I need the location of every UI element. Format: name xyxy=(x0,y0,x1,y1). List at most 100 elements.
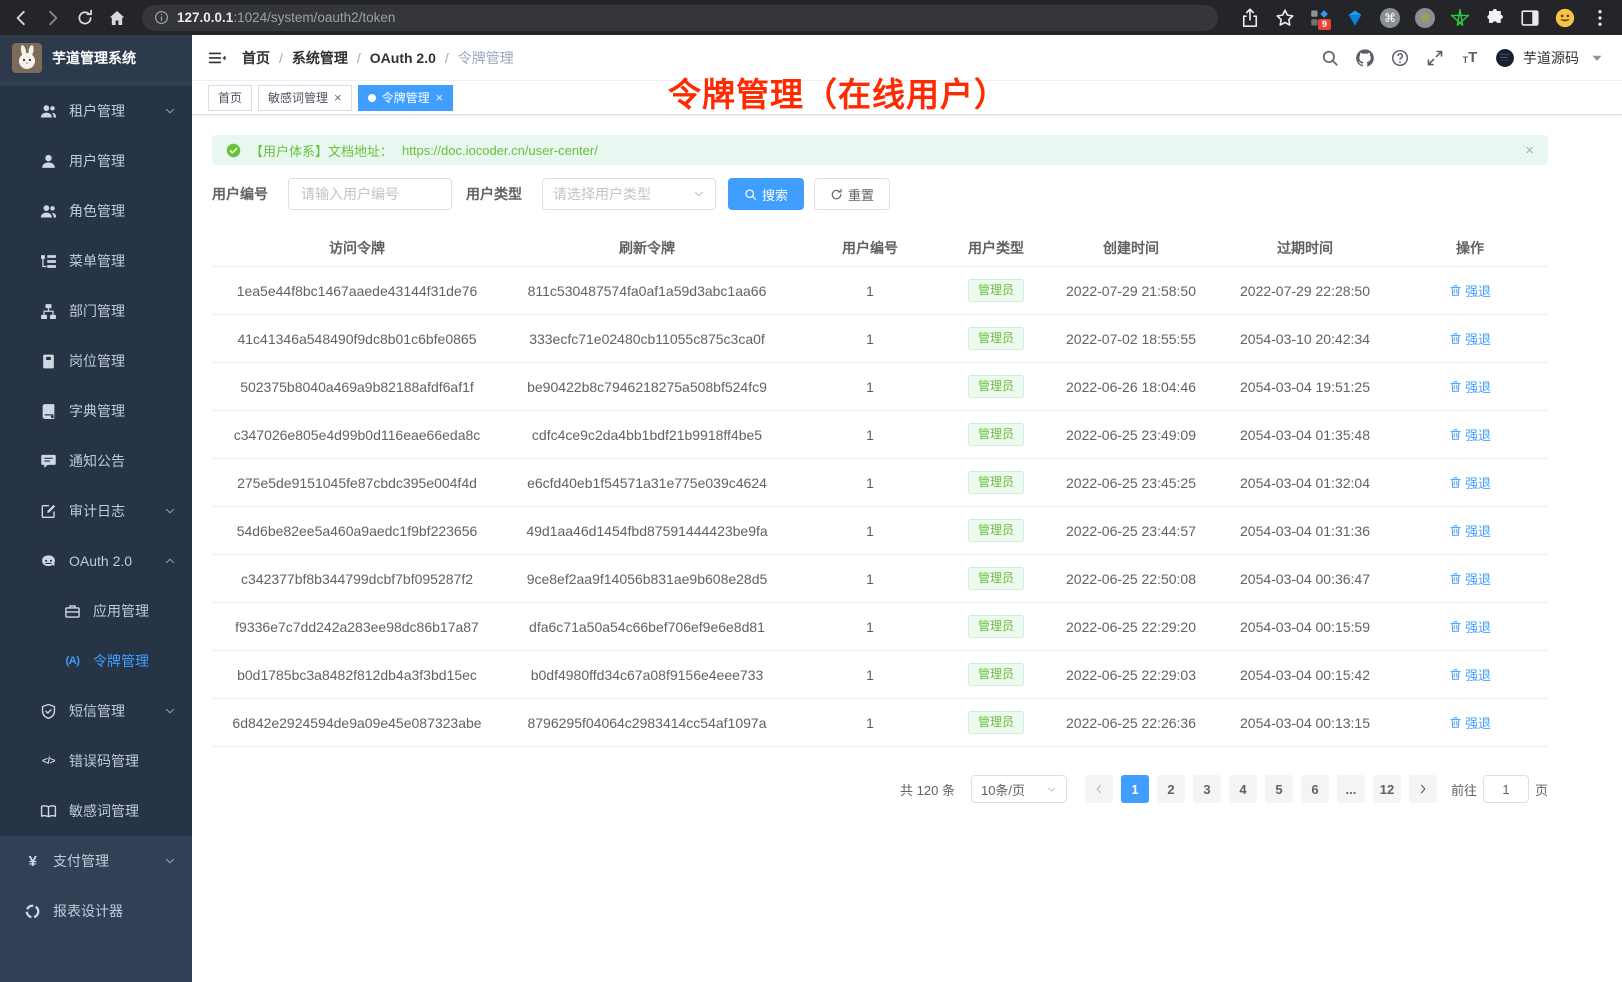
sidebar-item[interactable]: 通知公告 xyxy=(0,436,192,486)
column-header: 用户类型 xyxy=(948,238,1044,258)
diamond-extension-icon[interactable] xyxy=(1345,8,1365,28)
view-tab[interactable]: 首页 xyxy=(208,85,252,111)
search-icon[interactable] xyxy=(1321,49,1339,67)
url-bar[interactable]: 127.0.0.1:1024/system/oauth2/token xyxy=(142,5,1218,31)
breadcrumb-item[interactable]: 系统管理 / xyxy=(292,48,370,68)
help-icon[interactable] xyxy=(1391,49,1409,67)
sidebar-item[interactable]: ¥ 支付管理 xyxy=(0,836,192,886)
next-page-button[interactable] xyxy=(1409,775,1437,803)
page-number-button[interactable]: 12 xyxy=(1373,775,1401,803)
expire-time-cell: 2054-03-04 00:15:42 xyxy=(1218,667,1392,683)
sidebar-item[interactable]: 短信管理 xyxy=(0,686,192,736)
user-type-cell: 管理员 xyxy=(948,375,1044,398)
force-logout-button[interactable]: 强退 xyxy=(1449,665,1491,684)
force-logout-button[interactable]: 强退 xyxy=(1449,521,1491,540)
table-row: 1ea5e44f8bc1467aaede43144f31de76 811c530… xyxy=(212,267,1548,315)
force-logout-button[interactable]: 强退 xyxy=(1449,617,1491,636)
sidebar-item[interactable]: 审计日志 xyxy=(0,486,192,536)
record-extension-icon[interactable] xyxy=(1415,8,1435,28)
user-avatar[interactable] xyxy=(1496,49,1514,67)
collapse-sidebar-icon[interactable] xyxy=(208,50,226,66)
page-number-button[interactable]: 2 xyxy=(1157,775,1185,803)
command-extension-icon[interactable]: ⌘ xyxy=(1380,8,1400,28)
force-logout-button[interactable]: 强退 xyxy=(1449,377,1491,396)
create-time-cell: 2022-06-25 22:50:08 xyxy=(1044,571,1218,587)
action-cell: 强退 xyxy=(1392,617,1548,636)
view-tab[interactable]: 令牌管理 × xyxy=(358,85,454,111)
sidebar-item[interactable]: OAuth 2.0 xyxy=(0,536,192,586)
refresh-token-cell: b0df4980ffd34c67a08f9156e4eee733 xyxy=(502,667,792,683)
view-tab[interactable]: 敏感词管理 × xyxy=(258,85,352,111)
forward-icon[interactable] xyxy=(44,9,62,27)
force-logout-button[interactable]: 强退 xyxy=(1449,713,1491,732)
force-logout-button[interactable]: 强退 xyxy=(1449,569,1491,588)
tags-view: 首页 敏感词管理 × 令牌管理 × xyxy=(192,81,1622,115)
force-logout-button[interactable]: 强退 xyxy=(1449,473,1491,492)
page-number-button[interactable]: 1 xyxy=(1121,775,1149,803)
user-id-input[interactable] xyxy=(288,178,452,210)
delete-icon xyxy=(1449,668,1462,681)
force-logout-button[interactable]: 强退 xyxy=(1449,329,1491,348)
back-icon[interactable] xyxy=(12,9,30,27)
sidebar-item[interactable]: 字典管理 xyxy=(0,386,192,436)
page-number-button[interactable]: 3 xyxy=(1193,775,1221,803)
fullscreen-icon[interactable] xyxy=(1426,49,1444,67)
user-type-tag: 管理员 xyxy=(968,471,1024,494)
puzzle-extensions-icon[interactable] xyxy=(1485,8,1505,28)
search-button[interactable]: 搜索 xyxy=(728,178,804,210)
page-number-button[interactable]: 6 xyxy=(1301,775,1329,803)
sidebar-item[interactable]: 敏感词管理 xyxy=(0,786,192,836)
delete-icon xyxy=(1449,524,1462,537)
page-number-button[interactable]: ... xyxy=(1337,775,1365,803)
sidebar-item[interactable]: 岗位管理 xyxy=(0,336,192,386)
sidebar-item[interactable]: 用户管理 xyxy=(0,136,192,186)
sidebar-item[interactable]: (A) 令牌管理 xyxy=(0,636,192,686)
profile-avatar[interactable] xyxy=(1555,8,1575,28)
errcode-icon: </> xyxy=(40,753,57,770)
user-type-select[interactable]: 请选择用户类型 xyxy=(542,178,716,210)
browser-menu-dots-icon[interactable] xyxy=(1590,8,1610,28)
star-extension-icon[interactable] xyxy=(1450,8,1470,28)
sidebar-item[interactable]: 角色管理 xyxy=(0,186,192,236)
create-time-cell: 2022-06-25 22:29:20 xyxy=(1044,619,1218,635)
post-badge-icon xyxy=(40,353,57,370)
refresh-token-cell: 49d1aa46d1454fbd87591444423be9fa xyxy=(502,523,792,539)
prev-page-button[interactable] xyxy=(1085,775,1113,803)
page-number-button[interactable]: 4 xyxy=(1229,775,1257,803)
page-number-button[interactable]: 5 xyxy=(1265,775,1293,803)
alert-doc-link[interactable]: https://doc.iocoder.cn/user-center/ xyxy=(402,143,598,158)
page-size-select[interactable]: 10条/页 xyxy=(971,775,1067,803)
home-icon[interactable] xyxy=(108,9,126,27)
extension-grid-icon[interactable]: 9 xyxy=(1310,8,1330,28)
tab-close-icon[interactable]: × xyxy=(436,91,444,104)
breadcrumb-item[interactable]: OAuth 2.0 / xyxy=(370,50,458,66)
reload-icon[interactable] xyxy=(76,9,94,27)
side-panel-icon[interactable] xyxy=(1520,8,1540,28)
pay-yen-icon: ¥ xyxy=(24,853,41,870)
site-info-icon[interactable] xyxy=(154,10,169,25)
expire-time-cell: 2054-03-04 00:15:59 xyxy=(1218,619,1392,635)
sidebar-item[interactable]: 报表设计器 xyxy=(0,886,192,936)
github-icon[interactable] xyxy=(1356,49,1374,67)
sidebar-item[interactable]: 租户管理 xyxy=(0,86,192,136)
alert-close-icon[interactable]: × xyxy=(1525,143,1534,158)
breadcrumb-item[interactable]: 首页 / xyxy=(242,48,292,68)
user-caret-down-icon[interactable] xyxy=(1588,49,1606,67)
force-logout-button[interactable]: 强退 xyxy=(1449,281,1491,300)
breadcrumb-item[interactable]: 令牌管理 xyxy=(458,48,514,68)
sidebar-item[interactable]: 部门管理 xyxy=(0,286,192,336)
share-icon[interactable] xyxy=(1240,8,1260,28)
app-logo[interactable]: 芋道管理系统 xyxy=(0,35,192,81)
sidebar-item[interactable]: 应用管理 xyxy=(0,586,192,636)
goto-page-input[interactable] xyxy=(1483,775,1529,803)
tab-close-icon[interactable]: × xyxy=(334,91,342,104)
force-logout-button[interactable]: 强退 xyxy=(1449,425,1491,444)
reset-button[interactable]: 重置 xyxy=(814,178,890,210)
bookmark-star-icon[interactable] xyxy=(1275,8,1295,28)
user-name[interactable]: 芋道源码 xyxy=(1523,48,1579,68)
sidebar-item[interactable]: 菜单管理 xyxy=(0,236,192,286)
font-size-icon[interactable]: TT xyxy=(1461,49,1479,67)
sidebar-item[interactable]: </> 错误码管理 xyxy=(0,736,192,786)
action-cell: 强退 xyxy=(1392,569,1548,588)
column-header: 刷新令牌 xyxy=(502,238,792,258)
